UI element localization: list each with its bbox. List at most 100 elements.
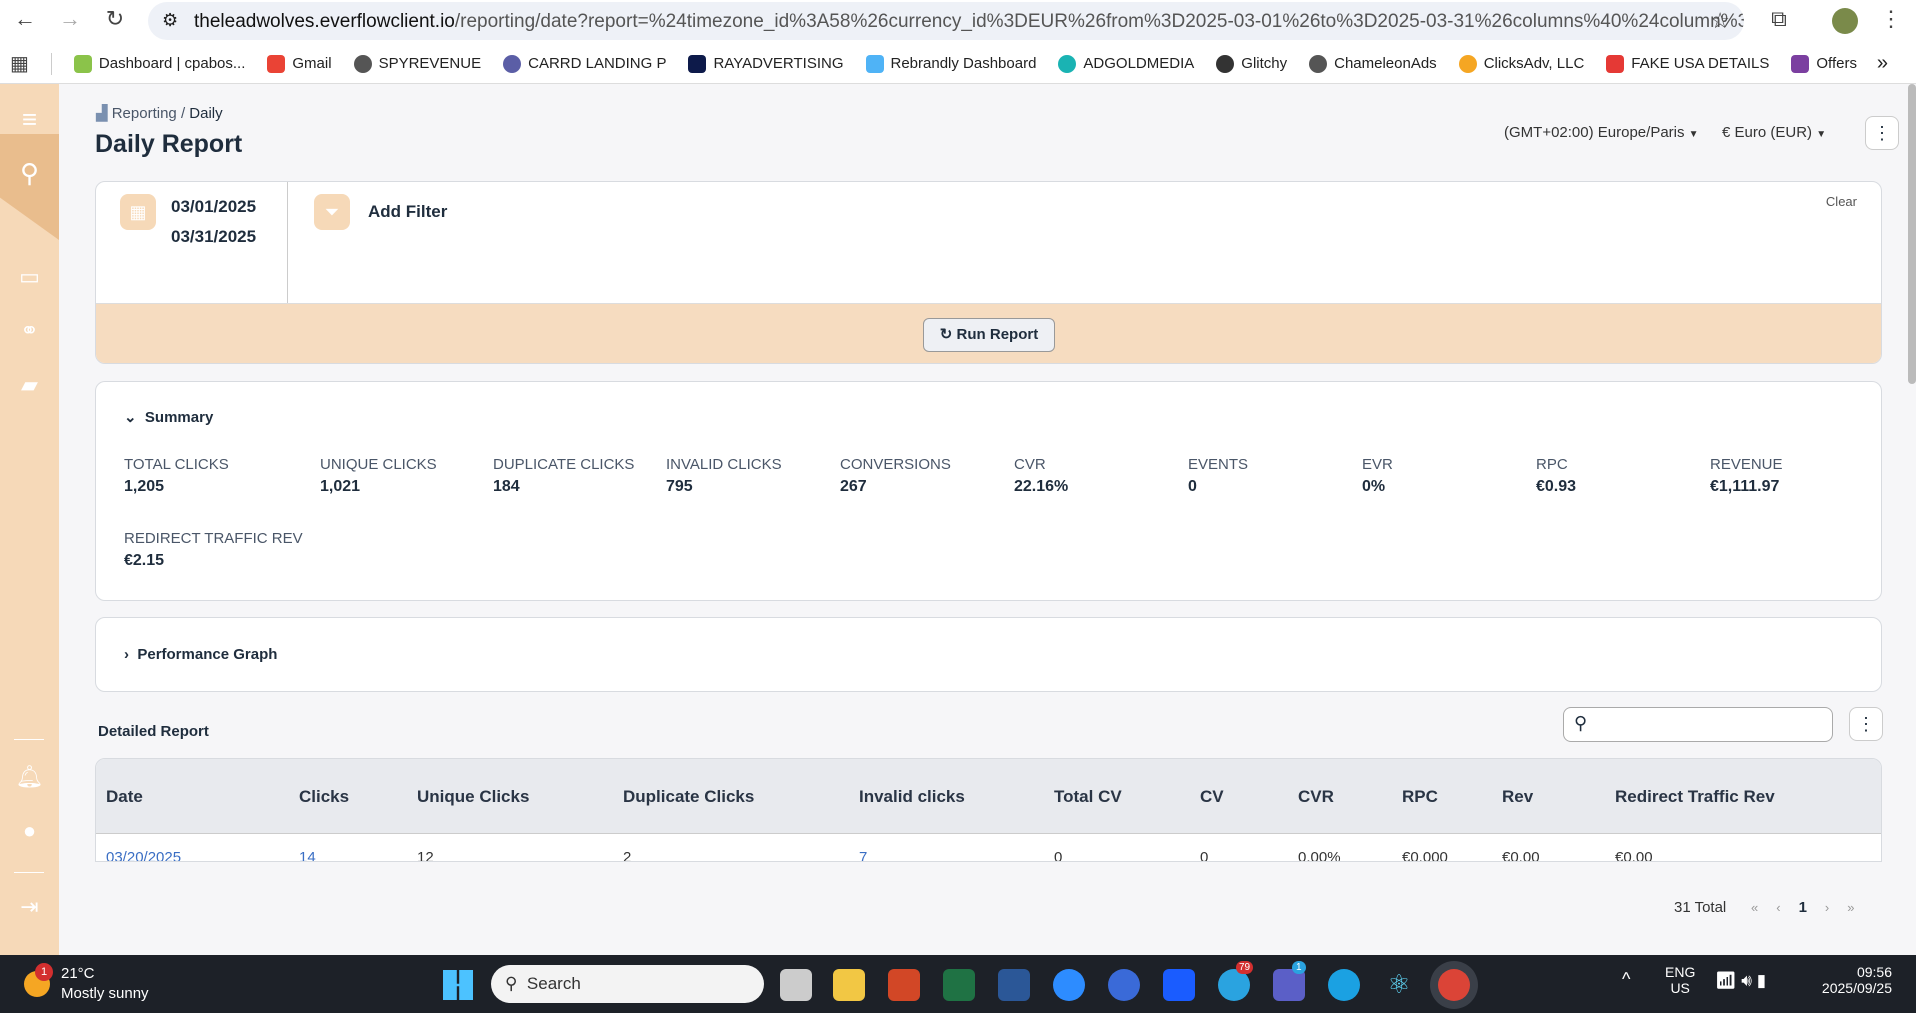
clock[interactable]: 09:56 2025/09/25 — [1812, 964, 1892, 996]
bookmark-glitchy[interactable]: Glitchy — [1216, 54, 1287, 73]
column-header[interactable]: Unique Clicks — [417, 787, 529, 807]
table-cell[interactable]: 03/20/2025 — [106, 849, 181, 861]
bell-icon[interactable]: 🔔︎ — [0, 764, 59, 790]
bookmark-rebrandly[interactable]: Rebrandly Dashboard — [865, 54, 1036, 73]
url-host: theleadwolves.everflowclient.io — [194, 11, 455, 32]
word-icon[interactable] — [998, 969, 1030, 1001]
weather-badge: 1 — [35, 963, 53, 981]
bookmark-carrd[interactable]: CARRD LANDING P — [503, 54, 666, 73]
bookmark-star-icon[interactable]: ☆ — [1710, 8, 1730, 34]
add-filter-icon[interactable]: ⏷ — [314, 194, 350, 230]
chrome-icon[interactable] — [1438, 969, 1470, 1001]
site-info-icon[interactable]: ⚙ — [162, 10, 178, 31]
add-filter-button[interactable]: Add Filter — [368, 202, 447, 222]
currency-select[interactable]: € Euro (EUR) ▼ — [1722, 124, 1826, 141]
first-page-icon[interactable]: « — [1751, 900, 1758, 915]
column-header[interactable]: Total CV — [1054, 787, 1122, 807]
wifi-volume-battery-icons[interactable]: 📶︎ 🔊︎ ▮ — [1715, 971, 1766, 991]
bookmark-clicksadv[interactable]: ClicksAdv, LLC — [1458, 54, 1584, 73]
link-add-icon[interactable]: ⚭ — [0, 318, 59, 344]
prev-page-icon[interactable]: ‹ — [1776, 900, 1780, 915]
user-icon[interactable]: ● — [0, 818, 59, 844]
timezone-value: (GMT+02:00) Europe/Paris — [1504, 124, 1685, 141]
windows-start-icon[interactable] — [443, 970, 473, 1000]
calendar-icon[interactable]: ▦ — [120, 194, 156, 230]
bookmark-offers[interactable]: Offers — [1791, 54, 1857, 73]
report-options-button[interactable]: ⋮ — [1849, 707, 1883, 741]
metric-label: EVR — [1362, 456, 1393, 473]
date-to[interactable]: 03/31/2025 — [171, 227, 256, 247]
column-header[interactable]: Redirect Traffic Rev — [1615, 787, 1775, 807]
bookmark-chameleonads[interactable]: ChameleonAds — [1309, 54, 1437, 73]
bookmark-rayadvertising[interactable]: RAYADVERTISING — [688, 54, 844, 73]
powerpoint-icon[interactable] — [888, 969, 920, 1001]
zoom-icon[interactable] — [1053, 969, 1085, 1001]
app-x-icon[interactable] — [1163, 969, 1195, 1001]
reload-icon[interactable]: ↻ — [100, 6, 130, 32]
fake-icon — [1606, 54, 1625, 73]
taskbar-search[interactable]: ⚲ Search — [491, 965, 764, 1003]
menu-icon[interactable]: ≡ — [0, 104, 59, 135]
search-field[interactable] — [1602, 715, 1822, 731]
breadcrumb-reporting[interactable]: Reporting — [112, 105, 177, 122]
language-indicator[interactable]: ENG US — [1665, 964, 1695, 996]
column-header[interactable]: Invalid clicks — [859, 787, 965, 807]
performance-graph-card: › Performance Graph — [95, 617, 1882, 692]
edge-icon[interactable] — [1328, 969, 1360, 1001]
file-explorer-icon[interactable] — [833, 969, 865, 1001]
column-header[interactable]: Duplicate Clicks — [623, 787, 754, 807]
metric-label: Revenue — [1710, 456, 1783, 473]
monitor-icon[interactable]: ▭ — [0, 264, 59, 290]
profile-avatar[interactable] — [1832, 8, 1858, 34]
taskbar-search-label: Search — [526, 974, 581, 993]
column-header[interactable]: CV — [1200, 787, 1224, 807]
refresh-icon: ↻ — [939, 326, 953, 343]
bookmark-fake-usa[interactable]: FAKE USA DETAILS — [1606, 54, 1769, 73]
ray-icon — [688, 54, 707, 73]
column-header[interactable]: Rev — [1502, 787, 1533, 807]
bookmark-gmail[interactable]: Gmail — [267, 54, 332, 73]
sidebar: ≡ ⚲ ▭ ⚭ ▰ 🔔︎ ● ⇥ — [0, 84, 59, 955]
address-bar[interactable]: ⚙ theleadwolves.everflowclient.io/report… — [148, 2, 1744, 40]
more-options-button[interactable]: ⋮ — [1865, 116, 1899, 150]
react-icon[interactable]: ⚛ — [1383, 969, 1415, 1001]
summary-toggle[interactable]: ⌄ Summary — [124, 408, 213, 426]
bookmark-adgoldmedia[interactable]: ADGOLDMEDIA — [1058, 54, 1194, 73]
bookmark-spyrevenue[interactable]: SPYREVENUE — [353, 54, 481, 73]
date-from[interactable]: 03/01/2025 — [171, 197, 256, 217]
tray-chevron-icon[interactable]: ^ — [1622, 969, 1630, 990]
expand-sidebar-icon[interactable]: ⇥ — [0, 894, 59, 920]
report-search-input[interactable]: ⚲ — [1563, 707, 1833, 742]
next-page-icon[interactable]: › — [1825, 900, 1829, 915]
table-cell[interactable]: 14 — [299, 849, 316, 861]
clear-button[interactable]: Clear — [1826, 194, 1857, 209]
column-header[interactable]: RPC — [1402, 787, 1438, 807]
search-icon[interactable]: ⚲ — [0, 158, 59, 189]
time: 09:56 — [1856, 964, 1892, 980]
browser-icon[interactable] — [1108, 969, 1140, 1001]
performance-graph-toggle[interactable]: › Performance Graph — [124, 646, 277, 663]
more-bookmarks-icon[interactable]: » — [1877, 52, 1888, 75]
column-header[interactable]: CVR — [1298, 787, 1334, 807]
apps-icon[interactable]: ▦ — [10, 51, 29, 76]
last-page-icon[interactable]: » — [1847, 900, 1854, 915]
timezone-select[interactable]: (GMT+02:00) Europe/Paris ▼ — [1504, 124, 1699, 141]
page-number[interactable]: 1 — [1799, 899, 1807, 916]
column-header[interactable]: Date — [106, 787, 143, 807]
summary-metric: Unique Clicks 1,021 — [320, 456, 437, 496]
extensions-icon[interactable]: ⧉ — [1764, 6, 1794, 32]
forward-icon[interactable]: → — [55, 6, 85, 32]
table-cell[interactable]: 7 — [859, 849, 867, 861]
summary-metric: CVR 22.16% — [1014, 456, 1068, 496]
column-header[interactable]: Clicks — [299, 787, 349, 807]
bookmark-dashboard[interactable]: Dashboard | cpabos... — [73, 54, 245, 73]
metric-label: Invalid Clicks — [666, 456, 782, 473]
menu-icon[interactable]: ⋮ — [1876, 6, 1906, 32]
excel-icon[interactable] — [943, 969, 975, 1001]
folder-star-icon[interactable]: ▰ — [0, 372, 59, 398]
run-report-button[interactable]: ↻ Run Report — [923, 318, 1055, 352]
back-icon[interactable]: ← — [10, 6, 40, 32]
metric-label: Conversions — [840, 456, 951, 473]
caret-down-icon: ▼ — [1816, 129, 1827, 140]
task-view-icon[interactable] — [780, 969, 812, 1001]
